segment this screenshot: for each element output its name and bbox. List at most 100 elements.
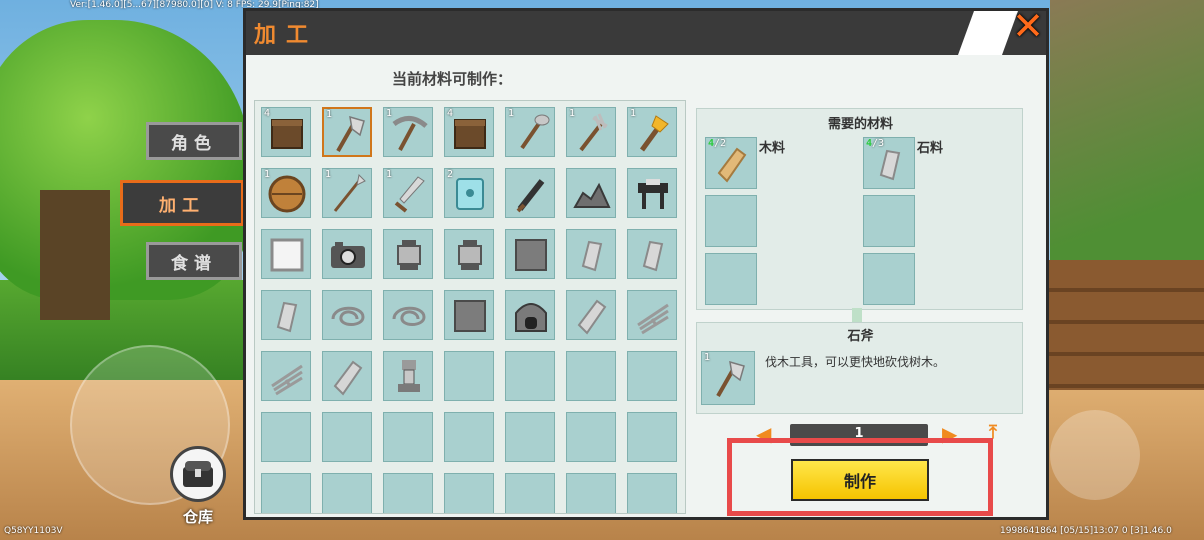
shovel-icon	[520, 114, 550, 150]
tree-trunk	[40, 190, 110, 320]
close-button[interactable]: ✕	[1008, 6, 1048, 46]
material-slot-empty	[863, 253, 915, 305]
panel-title: 加工	[254, 23, 319, 48]
craft-item-slot[interactable]: 1	[261, 168, 311, 218]
item-count: 1	[630, 108, 637, 119]
club-icon	[516, 179, 545, 213]
craft-item-slot[interactable]	[566, 168, 616, 218]
straw-bundle-icon	[271, 364, 303, 396]
empty-slot	[383, 473, 433, 513]
craft-item-slot[interactable]	[383, 351, 433, 401]
materials-title: 需要的材料	[827, 117, 893, 132]
stone-axe-icon	[716, 360, 745, 397]
jump-button[interactable]	[1050, 410, 1140, 500]
stone-shard-icon	[879, 149, 901, 181]
item-description: 伐木工具，可以更快地砍伐树木。	[765, 355, 946, 369]
stone-shard-icon	[276, 301, 298, 333]
material-need-count: /2	[714, 138, 727, 149]
torch-icon	[639, 115, 669, 152]
item-count: 1	[386, 108, 393, 119]
server-info: 1998641864 [05/15]13:07 0 [3]1.46.0	[1000, 526, 1172, 536]
wooden-shield-icon	[268, 175, 306, 213]
wooden-stairs	[1040, 260, 1204, 390]
lantern-icon	[397, 240, 421, 270]
material-slot-wood[interactable]: 4/2	[705, 137, 757, 189]
craft-button[interactable]: 制作	[791, 459, 929, 501]
tab-character[interactable]: 角色	[146, 122, 242, 160]
craft-item-slot[interactable]	[627, 229, 677, 279]
craft-item-slot[interactable]	[566, 290, 616, 340]
item-count: 1	[326, 109, 333, 120]
empty-slot	[322, 412, 372, 462]
material-slot-empty	[863, 195, 915, 247]
craft-item-slot[interactable]	[261, 229, 311, 279]
player-id: Q58YY1103V	[4, 526, 63, 536]
wood-block-icon	[454, 119, 486, 149]
item-count: 4	[447, 108, 454, 119]
spear-icon	[333, 173, 366, 212]
empty-slot	[566, 412, 616, 462]
warehouse-button[interactable]	[170, 446, 226, 502]
required-materials-panel: 需要的材料 4/2 木料 4/3 石料	[696, 108, 1023, 310]
craft-item-slot[interactable]	[627, 290, 677, 340]
anvil-table-icon	[638, 179, 668, 209]
craft-item-slot[interactable]	[444, 229, 494, 279]
item-count: 1	[508, 108, 515, 119]
stone-shard-icon	[581, 240, 603, 272]
craft-item-slot[interactable]	[505, 290, 555, 340]
craft-item-slot[interactable]	[383, 290, 433, 340]
material-slot-stone[interactable]: 4/3	[863, 137, 915, 189]
craft-item-slot[interactable]: 1	[383, 168, 433, 218]
craft-item-slot[interactable]: 1	[505, 107, 555, 157]
pickaxe-icon	[392, 116, 428, 151]
empty-slot	[444, 412, 494, 462]
craft-item-slot[interactable]: 1	[322, 168, 372, 218]
craft-item-slot[interactable]	[383, 229, 433, 279]
craft-item-slot[interactable]	[566, 229, 616, 279]
empty-slot	[383, 412, 433, 462]
craft-item-slot[interactable]	[261, 351, 311, 401]
empty-slot	[322, 473, 372, 513]
craft-item-slot[interactable]: 1	[322, 107, 372, 157]
close-icon: ✕	[1012, 4, 1044, 48]
furnace-icon	[515, 303, 547, 332]
safe-box-icon	[456, 178, 484, 210]
craft-item-slot[interactable]: 1	[383, 107, 433, 157]
rake-icon	[579, 113, 608, 152]
tab-crafting[interactable]: 加工	[120, 180, 244, 226]
craft-item-slot[interactable]	[322, 229, 372, 279]
craftable-items-grid: 4 1 1 4 1 1 1 1 1 1 2	[254, 100, 686, 514]
craft-item-slot[interactable]: 1	[627, 107, 677, 157]
craft-item-slot[interactable]: 4	[261, 107, 311, 157]
craft-item-slot[interactable]	[322, 351, 372, 401]
empty-slot	[505, 473, 555, 513]
item-preview-slot: 1	[701, 351, 755, 405]
craft-item-slot[interactable]	[505, 229, 555, 279]
grid-caption: 当前材料可制作：	[392, 70, 513, 88]
tab-recipes[interactable]: 食谱	[146, 242, 242, 280]
craft-item-slot[interactable]: 1	[566, 107, 616, 157]
frame-icon	[270, 238, 304, 272]
craft-item-slot[interactable]	[261, 290, 311, 340]
warehouse-label: 仓库	[182, 508, 213, 526]
rope-icon	[392, 306, 426, 326]
item-count: 1	[569, 108, 576, 119]
panel-header: 加工	[246, 11, 1046, 55]
empty-slot	[444, 473, 494, 513]
craft-item-slot[interactable]	[505, 168, 555, 218]
craft-item-slot[interactable]	[627, 168, 677, 218]
wood-block-icon	[271, 119, 303, 149]
item-count: 2	[447, 169, 454, 180]
item-count: 1	[386, 169, 393, 180]
wood-plank-icon	[717, 147, 747, 183]
empty-slot	[627, 412, 677, 462]
empty-slot	[627, 351, 677, 401]
material-name: 石料	[917, 141, 944, 156]
stone-lamp-icon	[398, 360, 420, 392]
craft-item-slot[interactable]	[444, 290, 494, 340]
stone-shard-icon	[642, 240, 664, 272]
rope-icon	[331, 306, 365, 326]
craft-item-slot[interactable]	[322, 290, 372, 340]
craft-item-slot[interactable]: 4	[444, 107, 494, 157]
craft-item-slot[interactable]: 2	[444, 168, 494, 218]
